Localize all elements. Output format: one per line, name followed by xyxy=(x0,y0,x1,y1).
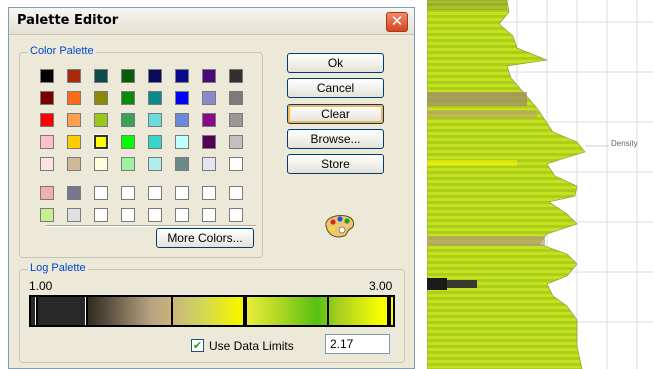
palette-separator xyxy=(46,225,256,227)
gradient-stop[interactable] xyxy=(243,297,247,325)
color-palette-label: Color Palette xyxy=(28,45,96,57)
color-swatch[interactable] xyxy=(94,91,108,105)
custom-color-swatch[interactable] xyxy=(148,186,162,200)
color-swatch[interactable] xyxy=(121,113,135,127)
color-palette-group: Color Palette More Colors... xyxy=(19,45,263,258)
color-swatch[interactable] xyxy=(148,91,162,105)
custom-color-swatch[interactable] xyxy=(229,186,243,200)
color-swatch[interactable] xyxy=(175,113,189,127)
color-swatch[interactable] xyxy=(229,113,243,127)
custom-color-swatch[interactable] xyxy=(67,186,81,200)
color-swatch[interactable] xyxy=(202,157,216,171)
custom-color-swatch[interactable] xyxy=(175,186,189,200)
log-track-curve xyxy=(427,0,653,369)
title-bar: Palette Editor ✕ xyxy=(9,8,414,35)
custom-color-swatch[interactable] xyxy=(121,208,135,222)
paint-palette-icon xyxy=(325,214,355,238)
gradient-stop[interactable] xyxy=(85,297,88,325)
color-swatch[interactable] xyxy=(67,91,81,105)
color-swatch[interactable] xyxy=(175,91,189,105)
color-swatch[interactable] xyxy=(202,135,216,149)
close-icon: ✕ xyxy=(390,12,404,30)
color-swatch[interactable] xyxy=(202,69,216,83)
color-swatch[interactable] xyxy=(229,135,243,149)
color-swatch[interactable] xyxy=(67,113,81,127)
color-swatch[interactable] xyxy=(93,134,109,150)
log-max-value: 3.00 xyxy=(369,279,393,293)
color-swatch[interactable] xyxy=(94,69,108,83)
color-swatch[interactable] xyxy=(121,91,135,105)
color-swatch[interactable] xyxy=(94,113,108,127)
color-swatch[interactable] xyxy=(229,91,243,105)
color-swatch[interactable] xyxy=(175,135,189,149)
use-data-limits-checkbox[interactable]: ✔ xyxy=(191,339,204,352)
color-swatch[interactable] xyxy=(148,69,162,83)
use-data-limits-label: Use Data Limits xyxy=(209,339,294,353)
color-swatch[interactable] xyxy=(148,157,162,171)
color-swatch[interactable] xyxy=(40,91,54,105)
gradient-stop[interactable] xyxy=(387,297,391,325)
data-limit-input[interactable] xyxy=(325,334,390,354)
gradient-stop[interactable] xyxy=(35,297,38,325)
gradient-stop[interactable] xyxy=(327,297,329,325)
density-curve-label: Density xyxy=(611,139,638,148)
color-swatch[interactable] xyxy=(67,69,81,83)
window-title: Palette Editor xyxy=(17,13,119,28)
custom-color-swatch[interactable] xyxy=(94,208,108,222)
color-swatch[interactable] xyxy=(175,157,189,171)
color-swatch[interactable] xyxy=(229,69,243,83)
custom-color-swatch[interactable] xyxy=(148,208,162,222)
cancel-button[interactable]: Cancel xyxy=(287,78,384,98)
color-swatch[interactable] xyxy=(40,69,54,83)
gradient-stop[interactable] xyxy=(171,297,173,325)
log-min-value: 1.00 xyxy=(29,279,53,293)
log-track-preview: Density xyxy=(427,0,653,369)
store-button[interactable]: Store xyxy=(287,154,384,174)
color-swatch[interactable] xyxy=(67,157,81,171)
custom-color-swatch[interactable] xyxy=(202,208,216,222)
ok-button[interactable]: Ok xyxy=(287,53,384,73)
color-swatch[interactable] xyxy=(121,69,135,83)
color-swatch[interactable] xyxy=(175,69,189,83)
color-swatch[interactable] xyxy=(40,113,54,127)
browse-button[interactable]: Browse... xyxy=(287,129,384,149)
color-swatch[interactable] xyxy=(40,135,54,149)
custom-color-swatch[interactable] xyxy=(94,186,108,200)
color-swatch[interactable] xyxy=(67,135,81,149)
color-swatch[interactable] xyxy=(121,135,135,149)
color-swatch[interactable] xyxy=(148,135,162,149)
color-swatch[interactable] xyxy=(121,157,135,171)
color-swatch[interactable] xyxy=(202,113,216,127)
custom-color-swatch[interactable] xyxy=(40,186,54,200)
log-gradient-bar[interactable] xyxy=(29,295,395,327)
log-palette-label: Log Palette xyxy=(28,262,88,274)
color-swatch[interactable] xyxy=(40,157,54,171)
close-button[interactable]: ✕ xyxy=(386,12,408,32)
color-swatch[interactable] xyxy=(229,157,243,171)
custom-color-swatch[interactable] xyxy=(121,186,135,200)
more-colors-button[interactable]: More Colors... xyxy=(156,228,254,248)
custom-color-swatch[interactable] xyxy=(175,208,189,222)
custom-color-swatch[interactable] xyxy=(40,208,54,222)
custom-color-swatch[interactable] xyxy=(67,208,81,222)
color-swatch[interactable] xyxy=(148,113,162,127)
custom-color-swatch[interactable] xyxy=(202,186,216,200)
palette-editor-dialog: Palette Editor ✕ Color Palette More Colo… xyxy=(8,7,415,369)
clear-button[interactable]: Clear xyxy=(287,104,384,124)
checkmark-icon: ✔ xyxy=(192,339,203,352)
color-swatch[interactable] xyxy=(94,157,108,171)
color-swatch[interactable] xyxy=(202,91,216,105)
custom-color-swatch[interactable] xyxy=(229,208,243,222)
